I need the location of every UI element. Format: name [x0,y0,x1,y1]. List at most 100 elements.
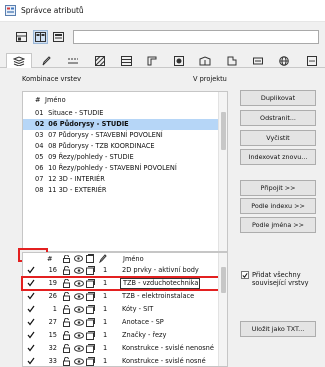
lock-toggle-icon[interactable] [63,356,71,367]
tab-more[interactable] [299,53,325,68]
layer-row[interactable]: 32 1 Konstrukce - svislé nenosné [23,343,219,354]
layer-checkbox[interactable] [27,292,35,304]
layers-list-header: # Jméno [23,253,219,264]
combo-list-scrollbar[interactable] [218,92,227,251]
visibility-toggle-icon[interactable] [74,319,84,330]
composites-icon [120,55,132,66]
layer-row[interactable]: 15 1 Značky - řezy [23,330,219,341]
tab-surfaces[interactable] [166,53,192,68]
split-view-icon [35,32,46,42]
layer-intersection-value[interactable]: 1 [103,291,107,302]
combos-heading: Kombinace vrstev [22,75,82,83]
combo-row[interactable]: 01 Situace - STUDIE [23,108,219,119]
checkmark-icon [27,292,35,300]
combo-list-header: # Jméno [33,96,203,106]
layer-checkbox[interactable] [27,305,35,317]
building-materials-icon [199,55,211,65]
visibility-toggle-icon[interactable] [74,345,84,356]
duplicate-button[interactable]: Duplikovat [240,90,316,106]
tab-global[interactable] [271,53,297,68]
layer-row[interactable]: 26 1 TZB - elektroinstalace [23,291,219,302]
pen-icon [42,55,51,65]
layer-number: 19 [48,279,57,287]
combo-row[interactable]: 06 10 Řezy/pohledy - STAVEBNÍ POVOLENÍ [23,163,219,174]
tab-profiles[interactable] [139,53,165,68]
save-as-txt-button[interactable]: Uložit jako TXT... [240,321,316,337]
layer-intersection-value[interactable]: 1 [103,304,107,315]
combo-row[interactable]: 08 11 3D - EXTERIÉR [23,185,219,196]
remove-button[interactable]: Odstranit... [240,110,316,126]
wireframe-toggle-icon[interactable] [86,357,95,367]
layer-row[interactable]: 27 1 Anotace - SP [23,317,219,328]
line-types-icon [68,58,78,63]
layer-row[interactable]: 16 1 2D prvky - aktivní body [23,265,219,276]
visibility-toggle-icon[interactable] [74,267,84,278]
layer-intersection-value[interactable]: 1 [103,317,107,328]
search-input[interactable] [73,30,319,44]
layer-row[interactable]: 1 1 Kóty - SIT [23,304,219,315]
view-detail-button[interactable] [51,30,66,44]
tab-composites[interactable] [113,53,139,68]
combo-row[interactable]: 03 07 Půdorysy - STAVEBNÍ POVOLENÍ [23,130,219,141]
view-list-button[interactable] [14,30,29,44]
scrollbar-thumb[interactable] [221,112,226,150]
tab-zones[interactable] [219,53,245,68]
layer-intersection-value[interactable]: 1 [103,330,107,341]
lock-header-icon [63,254,70,265]
visibility-toggle-icon[interactable] [74,280,84,291]
by-name-button[interactable]: Podle jména >> [240,217,316,233]
layer-row[interactable]: 33 1 Konstrukce - svislé nosné [23,356,219,367]
tab-layers[interactable] [6,53,32,69]
append-layers-checkbox[interactable] [241,271,249,279]
layer-checkbox[interactable] [27,331,35,343]
layer-row-editing[interactable]: 19 1 TZB - vzduchotechnika [21,276,221,291]
visibility-toggle-icon[interactable] [74,293,84,304]
layer-number: 26 [48,292,57,300]
combo-row[interactable]: 04 08 Půdorysy - TZB KOORDINACE [23,141,219,152]
layer-checkbox[interactable] [27,344,35,356]
layer-name: Konstrukce - svislé nosné [122,357,206,365]
reindex-button[interactable]: Indexovat znovu... [240,149,316,165]
layer-checkbox[interactable] [27,266,35,278]
attribute-tabs [0,52,325,69]
tab-markup[interactable] [245,53,271,68]
append-layers-label-line1: Přidat všechny [252,271,301,279]
combo-row[interactable]: 05 09 Řezy/pohledy - STUDIE [23,152,219,163]
attach-button[interactable]: Připojit >> [240,180,316,196]
layer-combinations-list[interactable]: # Jméno 01 Situace - STUDIE 02 06 Půdory… [22,91,228,252]
visibility-toggle-icon[interactable] [74,358,84,367]
combo-row-selected[interactable]: 02 06 Půdorysy - STUDIE [23,119,219,130]
fill-hatch-icon [95,55,105,66]
scrollbar-thumb[interactable] [221,267,226,293]
checkmark-icon [27,318,35,326]
layer-number: 33 [48,357,57,365]
by-index-button[interactable]: Podle indexu >> [240,198,316,214]
tab-line-types[interactable] [60,53,86,68]
tab-building-materials[interactable] [192,53,218,68]
markup-icon [253,57,263,64]
toolbar [0,22,325,52]
tab-pens[interactable] [33,53,59,68]
pen-header-icon [98,254,107,265]
layers-icon [13,56,25,66]
layer-intersection-value[interactable]: 1 [103,343,107,354]
layer-name: 2D prvky - aktivní body [122,266,199,274]
layer-intersection-value[interactable]: 1 [103,278,107,289]
visibility-toggle-icon[interactable] [74,332,84,343]
layer-intersection-value[interactable]: 1 [103,265,107,276]
view-split-button[interactable] [33,30,48,44]
layer-number: 27 [48,318,57,326]
layer-checkbox[interactable] [27,318,35,330]
layer-name: Kóty - SIT [122,305,154,313]
layer-checkbox[interactable] [27,279,35,291]
layer-checkbox[interactable] [27,357,35,367]
checkmark-icon [27,279,35,287]
layer-intersection-value[interactable]: 1 [103,356,107,367]
layers-list-panel[interactable]: # Jméno 16 1 2D prvky - aktivní body 19 1 TZB… [21,252,228,367]
tab-fills[interactable] [87,53,113,68]
layers-list-scrollbar[interactable] [218,253,227,366]
combo-row[interactable]: 07 12 3D - INTERIÉR [23,174,219,185]
purge-button[interactable]: Vyčistit [240,130,316,146]
visibility-toggle-icon[interactable] [74,306,84,317]
layer-name-edit-field[interactable]: TZB - vzduchotechnika [120,278,200,289]
